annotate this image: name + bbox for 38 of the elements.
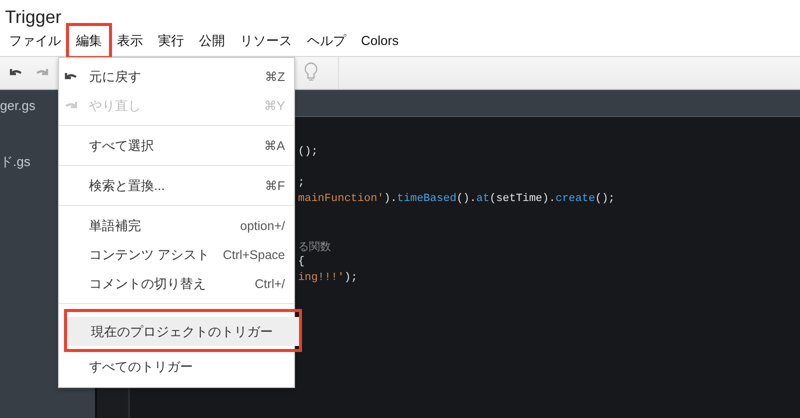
code-text: (); — [298, 146, 318, 158]
code-text: (). — [456, 193, 476, 206]
code-text: (setTime). — [489, 193, 556, 206]
code-text: { — [298, 256, 305, 268]
menu-entry[interactable]: 検索と置換... ⌘F — [59, 171, 294, 200]
code-comment: る関数 — [298, 240, 331, 254]
menu-item[interactable]: ファイル — [2, 26, 68, 56]
menu-entry[interactable]: すべてのトリガー — [59, 352, 294, 381]
shortcut-text: Ctrl+/ — [254, 276, 285, 290]
menu-item[interactable]: 編集 — [69, 26, 109, 56]
shortcut-text: ⌘Y — [264, 98, 285, 113]
menu-item[interactable]: リソース — [233, 26, 299, 56]
string-literal: mainFunction' — [298, 193, 384, 206]
method-name: create — [555, 193, 596, 206]
menu-item[interactable]: ヘルプ — [300, 26, 353, 56]
code-text: ); — [344, 272, 358, 284]
method-name: timeBased — [397, 193, 456, 206]
menu-entry[interactable]: 単語補完 option+/ — [59, 211, 294, 240]
menu-item[interactable]: 表示 — [110, 26, 150, 56]
method-name: at — [476, 193, 490, 206]
menu-entry[interactable]: コメントの切り替え Ctrl+/ — [59, 269, 294, 298]
window-title: Trigger — [4, 6, 62, 25]
shortcut-text: option+/ — [240, 218, 285, 232]
menu-entry[interactable]: すべて選択 ⌘A — [59, 131, 294, 160]
shortcut-text: ⌘F — [264, 178, 285, 193]
shortcut-text: ⌘Z — [264, 69, 285, 84]
menu-item[interactable]: 公開 — [192, 26, 232, 56]
code-text: (); — [595, 193, 615, 206]
shortcut-text: ⌘A — [264, 138, 285, 153]
menu-item[interactable]: Colors — [354, 27, 406, 54]
string-literal: ing!!!' — [298, 272, 344, 284]
menu-entry[interactable]: 元に戻す ⌘Z — [59, 62, 294, 91]
code-text: ). — [384, 193, 398, 206]
menu-item[interactable]: 実行 — [151, 26, 191, 56]
code-text: ; — [298, 177, 305, 190]
menu-entry[interactable]: コンテンツ アシスト Ctrl+Space — [59, 240, 294, 269]
shortcut-text: Ctrl+Space — [222, 248, 285, 262]
menu-entry[interactable]: 現在のプロジェクトのトリガー — [67, 317, 299, 346]
